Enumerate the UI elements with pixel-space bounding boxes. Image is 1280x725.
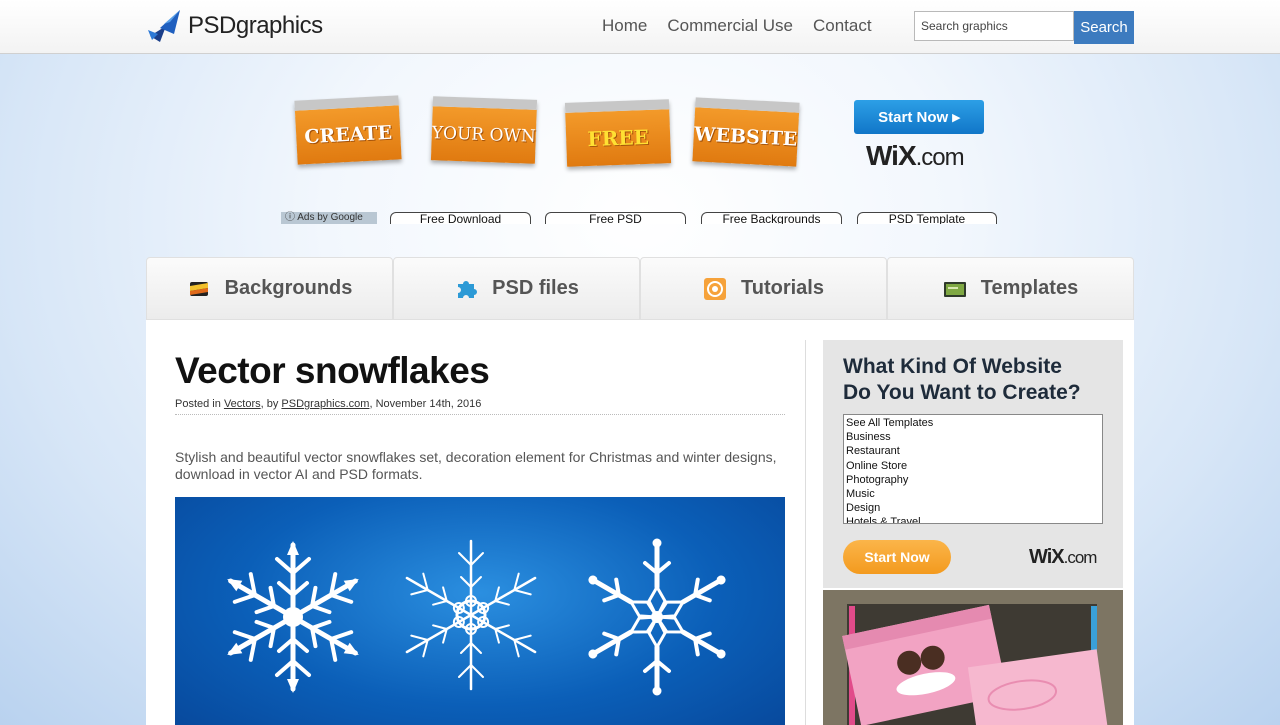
ads-by-google[interactable]: ⓘ Ads by Google bbox=[281, 212, 377, 224]
author-link[interactable]: PSDgraphics.com bbox=[281, 398, 369, 410]
category-link[interactable]: Vectors bbox=[224, 398, 261, 410]
sidebar-start-now-button[interactable]: Start Now bbox=[843, 540, 951, 574]
listbox-option[interactable]: Online Store bbox=[846, 459, 1100, 473]
snowflake-1 bbox=[219, 541, 367, 693]
business-cards-illustration bbox=[823, 590, 1123, 725]
tab-label: Templates bbox=[980, 277, 1079, 299]
adlink-free-download[interactable]: Free Download bbox=[390, 212, 531, 224]
tutorials-icon bbox=[704, 277, 727, 300]
post-title[interactable]: Vector snowflakes bbox=[175, 350, 785, 392]
start-now-label: Start Now bbox=[878, 109, 949, 126]
listbox-option[interactable]: Photography bbox=[846, 473, 1100, 487]
post-meta: Posted in Vectors, by PSDgraphics.com, N… bbox=[175, 398, 785, 415]
snowflake-2 bbox=[399, 539, 543, 691]
sidebar-business-cards-image[interactable] bbox=[823, 590, 1123, 725]
snowflakes-illustration bbox=[175, 497, 785, 725]
sidebar-ad-title-line2: Do You Want to Create? bbox=[843, 381, 1081, 404]
main-nav: Home Commercial Use Contact bbox=[602, 16, 872, 36]
top-header: PSDgraphics Home Commercial Use Contact … bbox=[0, 0, 1280, 54]
wix-suffix: .com bbox=[915, 144, 965, 171]
psdgraphics-logo-icon bbox=[148, 10, 180, 42]
post-date: , November 14th, 2016 bbox=[369, 398, 482, 410]
wix-brand: WiX bbox=[1029, 546, 1065, 568]
listbox-option[interactable]: Hotels & Travel bbox=[846, 515, 1100, 523]
ad-tile-website[interactable]: WEBSITE bbox=[692, 97, 800, 167]
meta-prefix: Posted in bbox=[175, 398, 221, 410]
search-input[interactable] bbox=[914, 11, 1074, 41]
tab-psd-files[interactable]: PSD files bbox=[393, 257, 640, 320]
puzzle-icon bbox=[458, 280, 478, 298]
snowflake-3 bbox=[583, 539, 730, 695]
info-icon: ⓘ bbox=[285, 212, 295, 223]
snowflakes-preview-image[interactable] bbox=[175, 497, 785, 725]
tab-backgrounds[interactable]: Backgrounds bbox=[146, 257, 393, 320]
tab-label: Backgrounds bbox=[224, 277, 353, 299]
backgrounds-icon bbox=[189, 281, 208, 296]
content-divider bbox=[805, 340, 806, 725]
tab-tutorials[interactable]: Tutorials bbox=[640, 257, 887, 320]
tab-label: PSD files bbox=[492, 277, 579, 299]
search-button[interactable]: Search bbox=[1074, 11, 1134, 44]
category-tabs: Backgrounds PSD files Tutorials Template… bbox=[146, 257, 1134, 320]
listbox-option[interactable]: Restaurant bbox=[846, 444, 1100, 458]
sidebar-wix-ad[interactable]: What Kind Of Website Do You Want to Crea… bbox=[823, 340, 1123, 588]
post-description: Stylish and beautiful vector snowflakes … bbox=[175, 449, 777, 482]
listbox-option[interactable]: Music bbox=[846, 487, 1100, 501]
main-content: Vector snowflakes Posted in Vectors, by … bbox=[146, 320, 1134, 725]
tab-templates[interactable]: Templates bbox=[887, 257, 1134, 320]
adlink-free-psd[interactable]: Free PSD bbox=[545, 212, 686, 224]
listbox-option[interactable]: Design bbox=[846, 501, 1100, 515]
listbox-option[interactable]: Business bbox=[846, 430, 1100, 444]
article: Vector snowflakes Posted in Vectors, by … bbox=[175, 350, 785, 725]
nav-home[interactable]: Home bbox=[602, 16, 647, 36]
site-logo[interactable]: PSDgraphics bbox=[146, 8, 323, 44]
sidebar-wix-logo[interactable]: WiX.com bbox=[1029, 546, 1098, 569]
ad-tile-free[interactable]: FREE bbox=[564, 99, 672, 167]
wix-brand: WiX bbox=[866, 140, 917, 171]
sidebar-ad-title-line1: What Kind Of Website bbox=[843, 355, 1062, 378]
ad-tile-your-own[interactable]: YOUR OWN bbox=[430, 96, 538, 164]
ad-tile-create[interactable]: CREATE bbox=[294, 95, 402, 165]
nav-contact[interactable]: Contact bbox=[813, 16, 872, 36]
adlink-free-backgrounds[interactable]: Free Backgrounds bbox=[701, 212, 842, 224]
listbox-option[interactable]: See All Templates bbox=[846, 416, 1100, 430]
ads-by-label: Ads by Google bbox=[297, 212, 363, 223]
nav-commercial-use[interactable]: Commercial Use bbox=[667, 16, 793, 36]
ad-links-row: ⓘ Ads by Google Free Download Free PSD F… bbox=[0, 212, 1280, 226]
tab-label: Tutorials bbox=[741, 277, 824, 299]
meta-by: , by bbox=[260, 398, 279, 410]
wix-logo[interactable]: WiX.com bbox=[866, 140, 965, 172]
wix-suffix: .com bbox=[1063, 548, 1098, 567]
templates-icon bbox=[943, 281, 966, 297]
adlink-psd-template[interactable]: PSD Template bbox=[857, 212, 997, 224]
website-type-listbox[interactable]: See All Templates Business Restaurant On… bbox=[843, 414, 1103, 524]
wix-start-now-button[interactable]: Start Now ▸ bbox=[854, 100, 984, 134]
logo-text: PSDgraphics bbox=[188, 12, 323, 39]
sidebar-ad-title: What Kind Of Website Do You Want to Crea… bbox=[843, 354, 1081, 406]
